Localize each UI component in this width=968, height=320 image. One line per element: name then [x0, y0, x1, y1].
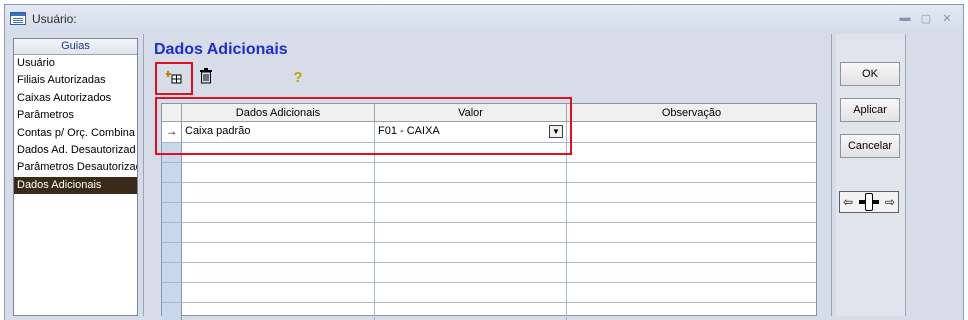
tabs-header: Guias	[14, 39, 137, 55]
empty-cell[interactable]	[375, 263, 567, 283]
empty-cell[interactable]	[375, 223, 567, 243]
empty-cell[interactable]	[182, 283, 375, 303]
window-title: Usuário:	[32, 12, 77, 26]
empty-cell[interactable]	[182, 223, 375, 243]
slider-handle-icon[interactable]	[859, 193, 879, 211]
sidebar-item-param-desaut[interactable]: Parâmetros Desautorizac	[14, 159, 137, 176]
empty-cell[interactable]	[375, 303, 567, 320]
arrow-left-icon[interactable]: ⇦	[843, 195, 853, 209]
grid-row-highlight	[155, 97, 572, 155]
empty-cell[interactable]	[375, 183, 567, 203]
empty-cell[interactable]	[567, 283, 816, 303]
close-icon[interactable]: ✕	[941, 12, 953, 25]
sidebar-item-filiais[interactable]: Filiais Autorizadas	[14, 72, 137, 89]
row-selector[interactable]	[162, 283, 182, 303]
title-bar: Usuário: ▬ ▢ ✕	[5, 5, 963, 33]
empty-cell[interactable]	[375, 283, 567, 303]
empty-cell[interactable]	[567, 163, 816, 183]
page-title: Dados Adicionais	[154, 41, 288, 58]
empty-cell[interactable]	[182, 263, 375, 283]
empty-cell[interactable]	[182, 183, 375, 203]
row-selector[interactable]	[162, 223, 182, 243]
ok-button[interactable]: OK	[840, 62, 900, 86]
row-selector[interactable]	[162, 183, 182, 203]
empty-cell[interactable]	[567, 223, 816, 243]
empty-cell[interactable]	[567, 243, 816, 263]
help-icon[interactable]: ?	[289, 68, 307, 86]
minimize-icon[interactable]: ▬	[899, 12, 911, 25]
apply-button[interactable]: Aplicar	[840, 98, 900, 122]
arrow-right-icon[interactable]: ⇨	[885, 195, 895, 209]
sidebar-item-caixas[interactable]: Caixas Autorizados	[14, 90, 137, 107]
empty-cell[interactable]	[182, 243, 375, 263]
sidebar-item-parametros[interactable]: Parâmetros	[14, 107, 137, 124]
empty-cell[interactable]	[375, 203, 567, 223]
cancel-button[interactable]: Cancelar	[840, 134, 900, 158]
form-icon	[10, 12, 26, 25]
empty-cell[interactable]	[182, 163, 375, 183]
empty-cell[interactable]	[567, 183, 816, 203]
empty-cell[interactable]	[375, 243, 567, 263]
empty-cell[interactable]	[182, 203, 375, 223]
row-selector[interactable]	[162, 303, 182, 320]
empty-cell[interactable]	[567, 303, 816, 320]
maximize-icon[interactable]: ▢	[920, 12, 932, 25]
column-header-observacao[interactable]: Observação	[567, 104, 816, 122]
empty-cell[interactable]	[375, 163, 567, 183]
add-button-highlight	[155, 62, 193, 95]
sidebar-item-dados-desaut[interactable]: Dados Ad. Desautorizad	[14, 142, 137, 159]
row-selector[interactable]	[162, 163, 182, 183]
sidebar-item-contas[interactable]: Contas p/ Orç. Combina	[14, 125, 137, 142]
cell-observacao[interactable]	[567, 122, 816, 143]
tabs-list: Guias Usuário Filiais Autorizadas Caixas…	[13, 38, 138, 316]
trash-icon[interactable]	[197, 67, 215, 85]
empty-cell[interactable]	[182, 303, 375, 320]
empty-cell[interactable]	[567, 263, 816, 283]
empty-cell[interactable]	[567, 203, 816, 223]
sidebar-item-usuario[interactable]: Usuário	[14, 55, 137, 72]
record-navigator[interactable]: ⇦ ⇨	[839, 191, 899, 213]
window-controls: ▬ ▢ ✕	[899, 12, 953, 25]
sidebar-item-dados-adicionais[interactable]: Dados Adicionais	[14, 176, 137, 195]
row-selector[interactable]	[162, 243, 182, 263]
row-selector[interactable]	[162, 263, 182, 283]
row-selector[interactable]	[162, 203, 182, 223]
empty-cell[interactable]	[567, 143, 816, 163]
